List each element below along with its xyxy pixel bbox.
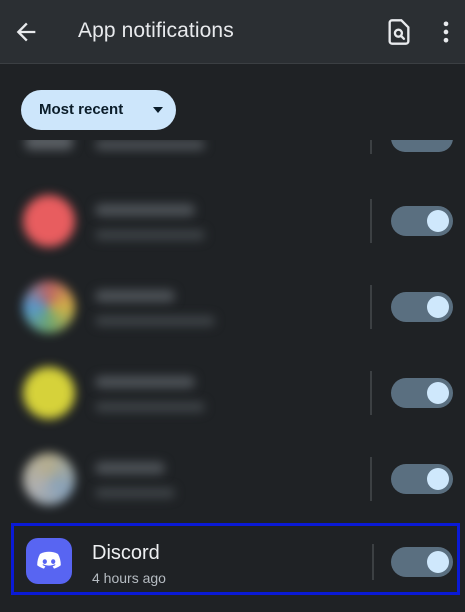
app-name-blurred	[95, 376, 195, 388]
sort-dropdown-label: Most recent	[39, 101, 124, 118]
notification-toggle[interactable]	[391, 206, 453, 236]
page-title: App notifications	[78, 19, 234, 42]
app-name-blurred	[95, 290, 175, 302]
toggle-knob	[427, 551, 449, 573]
notification-toggle[interactable]	[391, 292, 453, 322]
list-item-discord[interactable]: Discord 4 hours ago	[11, 523, 460, 595]
divider	[370, 140, 372, 154]
app-time-blurred	[95, 230, 205, 240]
list-item[interactable]	[15, 178, 455, 264]
app-icon-blurred	[23, 281, 75, 333]
toggle-knob	[427, 296, 449, 318]
notification-toggle[interactable]	[391, 464, 453, 494]
app-icon-blurred	[23, 367, 75, 419]
toggle-knob	[427, 468, 449, 490]
divider	[370, 199, 372, 243]
sort-dropdown[interactable]: Most recent	[21, 90, 176, 130]
divider	[370, 457, 372, 501]
toggle-knob	[427, 382, 449, 404]
app-icon-blurred	[23, 195, 75, 247]
discord-notification-toggle[interactable]	[391, 547, 453, 577]
list-item[interactable]	[15, 264, 455, 350]
app-name-blurred	[95, 140, 205, 150]
divider	[370, 285, 372, 329]
app-name-blurred	[95, 204, 195, 216]
caret-down-icon	[153, 107, 163, 113]
more-options-button[interactable]	[432, 18, 460, 46]
list-item[interactable]	[15, 436, 455, 522]
back-button[interactable]	[12, 18, 40, 46]
app-icon-blurred	[23, 453, 75, 505]
divider	[370, 371, 372, 415]
app-name-blurred	[95, 462, 165, 474]
toggle-knob	[427, 210, 449, 232]
app-bar: App notifications	[0, 0, 465, 64]
list-item[interactable]	[15, 350, 455, 436]
notification-toggle[interactable]	[391, 140, 453, 152]
notification-toggle[interactable]	[391, 378, 453, 408]
arrow-back-icon	[16, 22, 36, 42]
list-item-partial	[15, 140, 455, 158]
divider	[372, 544, 374, 580]
app-name: Discord	[92, 542, 160, 564]
app-icon-blurred	[25, 140, 73, 150]
search-button[interactable]	[385, 18, 413, 46]
app-time-blurred	[95, 316, 215, 326]
last-notification-time: 4 hours ago	[92, 570, 166, 586]
app-time-blurred	[95, 488, 175, 498]
more-vert-icon	[443, 21, 449, 43]
app-time-blurred	[95, 402, 205, 412]
discord-icon	[26, 538, 72, 584]
search-document-icon	[388, 19, 410, 45]
